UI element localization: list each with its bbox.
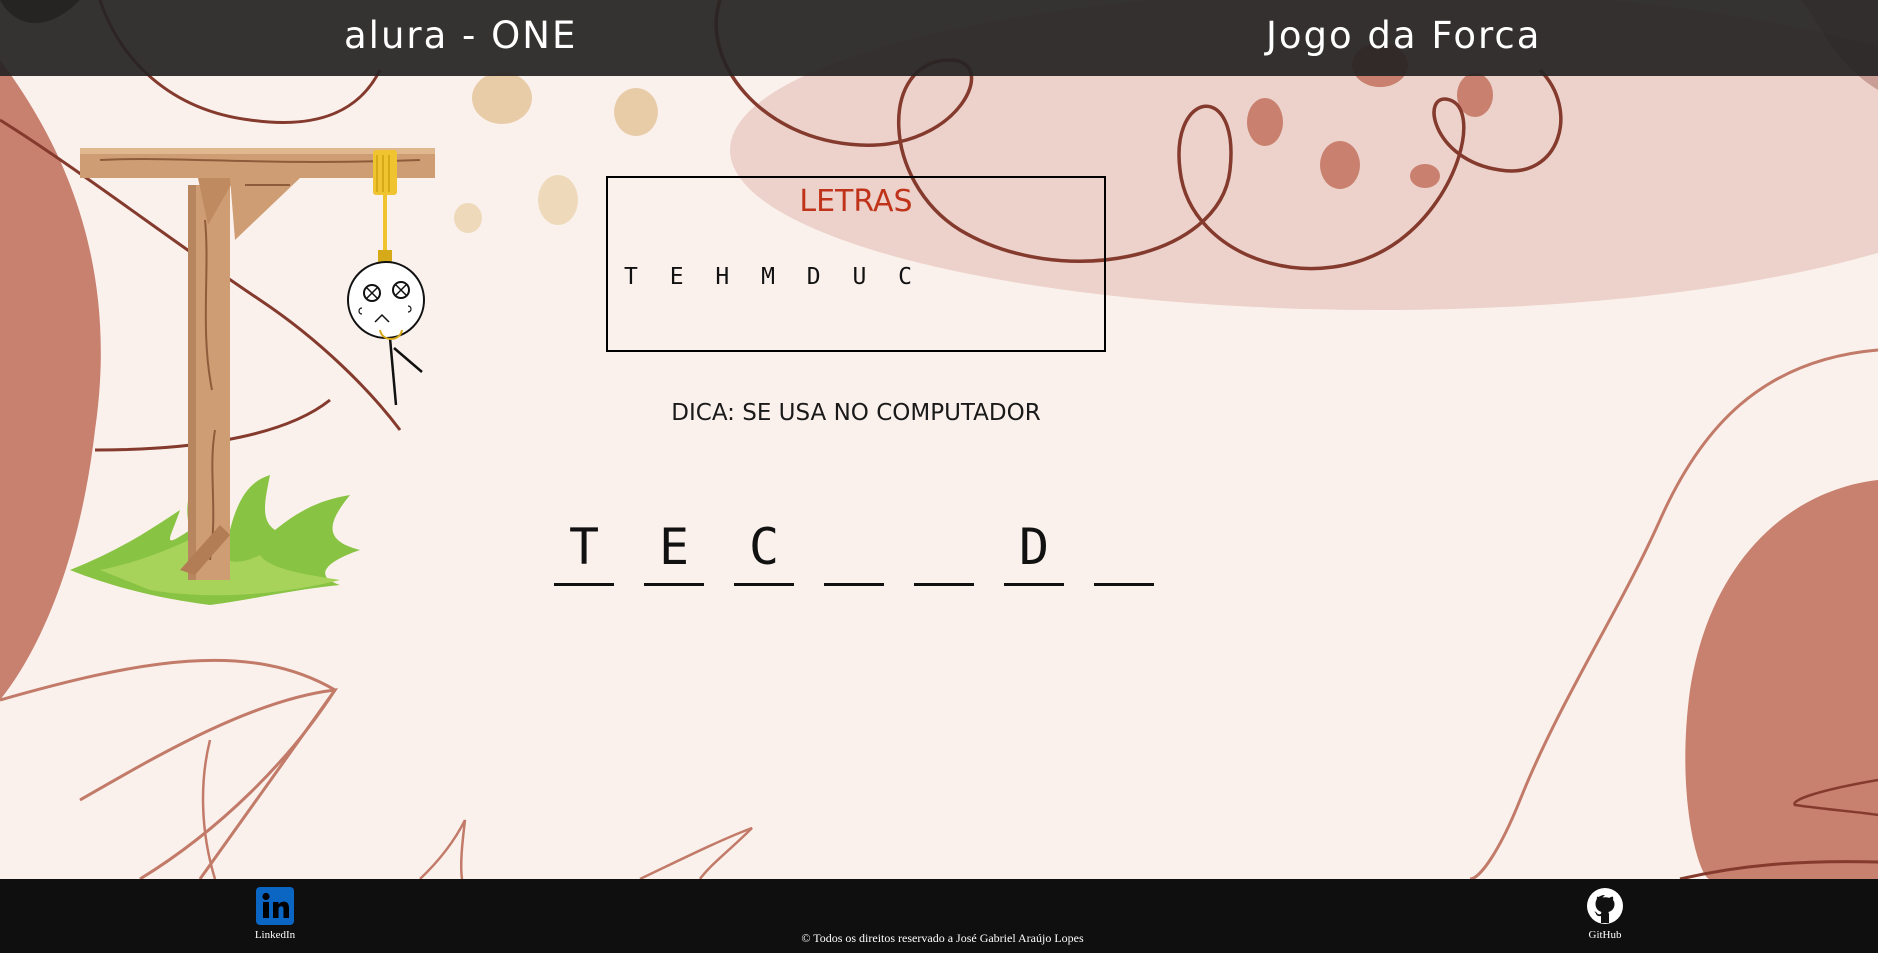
used-letters-panel: LETRAS T E H M D U C [606, 176, 1106, 352]
github-link[interactable]: GitHub [1555, 887, 1655, 941]
game-title: Jogo da Forca [1266, 14, 1542, 57]
slot-letter: T [568, 518, 600, 576]
github-icon [1587, 888, 1623, 924]
slot-underline [914, 583, 974, 586]
slot-letter [824, 515, 884, 579]
slot-underline [1004, 583, 1064, 586]
letter-slot [1094, 515, 1154, 586]
used-letters-title: LETRAS [799, 184, 913, 219]
slot-letter: E [658, 518, 690, 576]
slot-underline [644, 583, 704, 586]
hangman-gallows-illustration [70, 148, 435, 605]
slot-letter [914, 515, 974, 579]
letter-slot: T [554, 515, 614, 586]
used-letters-list: T E H M D U C [624, 264, 922, 290]
footer: LinkedIn © Todos os direitos reservado a… [0, 879, 1878, 953]
slot-letter: D [1018, 518, 1050, 576]
letter-slot: C [734, 515, 794, 586]
hanged-man-icon [347, 261, 425, 406]
brand-logo: alura - ONE [344, 14, 578, 57]
letter-slot: E [644, 515, 704, 586]
rope-icon [373, 150, 397, 262]
github-label: GitHub [1588, 929, 1622, 941]
letter-slot [914, 515, 974, 586]
slot-underline [1094, 583, 1154, 586]
slot-underline [824, 583, 884, 586]
slot-underline [554, 583, 614, 586]
letter-slot: D [1004, 515, 1064, 586]
slot-letter [1094, 515, 1154, 579]
hint-text: DICA: SE USA NO COMPUTADOR [671, 400, 1041, 426]
slot-underline [734, 583, 794, 586]
letter-slot [824, 515, 884, 586]
secret-word: T E C D [554, 515, 1184, 586]
top-bar: alura - ONE Jogo da Forca [0, 0, 1878, 76]
slot-letter: C [748, 518, 780, 576]
linkedin-icon [256, 887, 294, 925]
